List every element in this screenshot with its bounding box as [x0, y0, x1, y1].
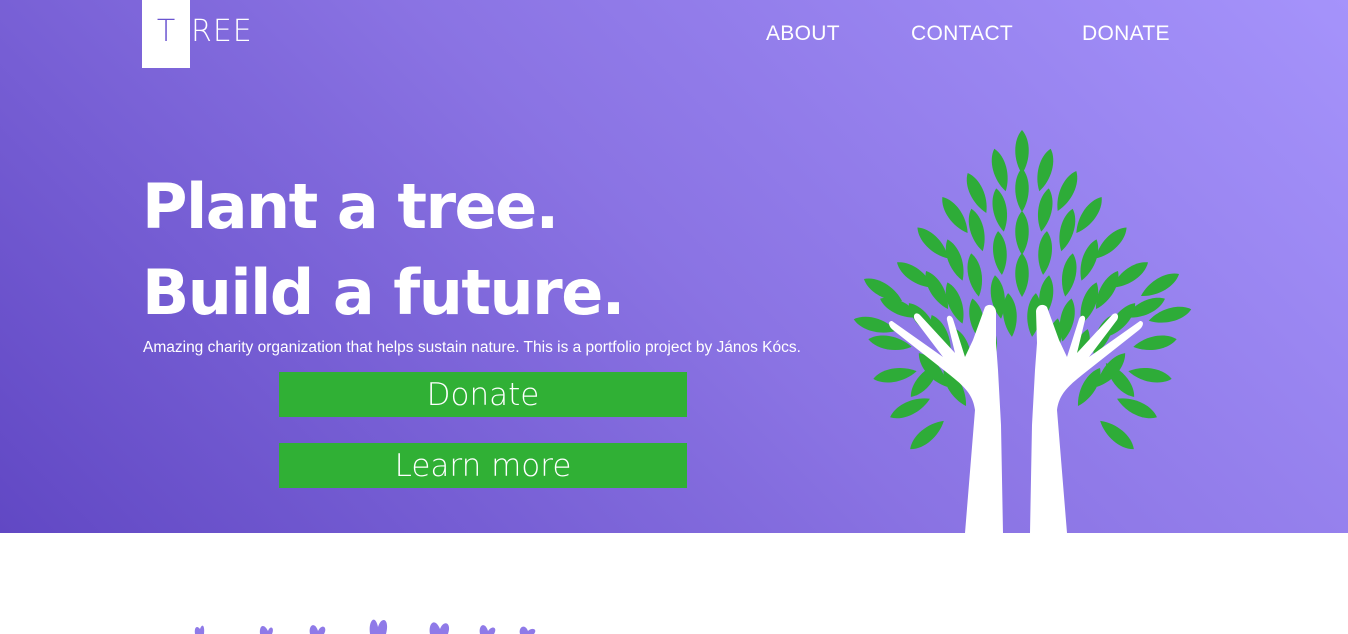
donate-button[interactable]: Donate — [279, 372, 687, 417]
leaf-shape — [964, 207, 990, 253]
leaf-shape — [1036, 230, 1054, 276]
leaf-shape — [1075, 237, 1103, 283]
learn-more-button[interactable]: Learn more — [279, 443, 687, 488]
hero-section: T REE ABOUT CONTACT DONATE Plant a tree.… — [0, 0, 1348, 533]
leaf-shape — [961, 170, 993, 216]
headline-line-1: Plant a tree. — [142, 170, 559, 243]
leaf-shape — [905, 415, 949, 455]
purple-plants-illustration-icon — [194, 619, 536, 634]
leaf-shape — [1051, 168, 1083, 214]
leaf-shape — [1015, 211, 1029, 255]
leaf-shape — [1034, 187, 1056, 233]
leaf-shape — [1137, 268, 1183, 302]
main-nav: ABOUT CONTACT DONATE — [0, 22, 1348, 52]
leaf-shape — [1058, 252, 1080, 298]
leaf-shape — [887, 392, 933, 424]
leaf-shape — [1114, 392, 1160, 424]
leaf-shape — [1015, 130, 1029, 174]
leaf-shape — [1015, 168, 1029, 212]
headline-line-2: Build a future. — [142, 256, 625, 329]
nav-link-about[interactable]: ABOUT — [766, 22, 840, 46]
leaf-shape — [936, 193, 974, 237]
leaf-shape — [1015, 253, 1029, 297]
leaf-shape — [1032, 147, 1058, 193]
tree-hands-illustration-icon — [852, 130, 1193, 533]
leaf-shape — [1054, 207, 1080, 253]
leaf-shape — [989, 187, 1011, 233]
nav-link-donate[interactable]: DONATE — [1082, 22, 1170, 46]
leaf-shape — [941, 237, 969, 283]
leaf-shape — [964, 252, 986, 298]
nav-link-contact[interactable]: CONTACT — [911, 22, 1013, 46]
leaf-shape — [987, 147, 1013, 193]
leaf-shape — [1132, 332, 1178, 354]
leaf-shape — [991, 230, 1009, 276]
leaf-shape — [1070, 193, 1108, 237]
hero-subtitle: Amazing charity organization that helps … — [143, 339, 801, 356]
leaf-shape — [1095, 415, 1139, 455]
leaf-shape — [872, 364, 918, 386]
leaf-shape — [1127, 364, 1173, 386]
